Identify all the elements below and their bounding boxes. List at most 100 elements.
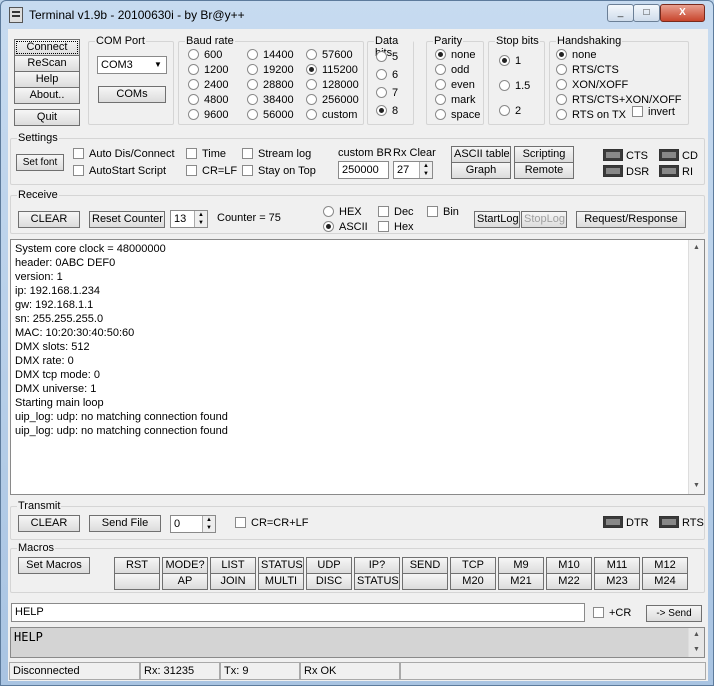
dec-checkbox[interactable]: Dec [378,205,414,219]
baud-radio-4800[interactable]: 4800 [188,93,228,107]
baud-radio-28800[interactable]: 28800 [247,78,294,92]
scroll-down-icon[interactable]: ▼ [689,478,704,494]
autostart-script-checkbox[interactable]: AutoStart Script [73,164,166,178]
send-button[interactable]: -> Send [646,605,702,622]
macro-button-row1-2[interactable]: MODE? [162,557,208,574]
baud-radio-256000[interactable]: 256000 [306,93,359,107]
parity-radio-odd[interactable]: odd [435,63,469,77]
parity-radio-space[interactable]: space [435,108,480,122]
handshaking-radio-xon-xoff[interactable]: XON/XOFF [556,78,628,92]
transmit-history[interactable]: HELP ▲ ▼ [10,627,705,658]
stream-log-checkbox[interactable]: Stream log [242,147,311,161]
receive-terminal[interactable]: System core clock = 48000000 header: 0ABC… [10,239,705,495]
ascii-radio[interactable]: ASCII [323,220,368,234]
coms-button[interactable]: COMs [98,86,166,103]
baud-radio-128000[interactable]: 128000 [306,78,359,92]
startlog-button[interactable]: StartLog [474,211,520,228]
reset-counter-button[interactable]: Reset Counter [89,211,165,228]
macro-button-row2-3[interactable]: JOIN [210,573,256,590]
maximize-button[interactable]: □ [633,4,660,22]
spinner-arrows-icon[interactable]: ▲ ▼ [194,211,207,227]
macro-button-row1-4[interactable]: STATUS [258,557,304,574]
transmit-spinner[interactable]: 0 ▲ ▼ [170,515,216,533]
close-button[interactable]: X [660,4,705,22]
macro-button-row1-5[interactable]: UDP [306,557,352,574]
parity-radio-even[interactable]: even [435,78,475,92]
macro-button-row2-8[interactable]: M20 [450,573,496,590]
baud-radio-9600[interactable]: 9600 [188,108,228,122]
baud-radio-115200[interactable]: 115200 [306,63,358,77]
baud-radio-14400[interactable]: 14400 [247,48,294,62]
stay-on-top-checkbox[interactable]: Stay on Top [242,164,316,178]
auto-dis-connect-checkbox[interactable]: Auto Dis/Connect [73,147,175,161]
transmit-scrollbar[interactable]: ▲ ▼ [688,628,704,657]
stop-bits-radio-1[interactable]: 1 [499,54,521,68]
macro-button-row1-11[interactable]: M11 [594,557,640,574]
baud-radio-custom[interactable]: custom [306,108,357,122]
hex-checkbox[interactable]: Hex [378,220,414,234]
com-port-select[interactable]: COM3 ▼ [97,56,167,74]
macro-button-row1-6[interactable]: IP? [354,557,400,574]
handshaking-radio-rts-cts[interactable]: RTS/CTS [556,63,619,77]
about-button[interactable]: About.. [14,87,80,104]
bin-checkbox[interactable]: Bin [427,205,459,219]
receive-scrollbar[interactable]: ▲ ▼ [688,240,704,494]
hex-radio[interactable]: HEX [323,205,362,219]
send-input[interactable]: HELP [11,603,585,622]
macro-button-row2-7[interactable] [402,573,448,590]
quit-button[interactable]: Quit [14,109,80,126]
macro-button-row2-5[interactable]: DISC [306,573,352,590]
handshaking-radio-none[interactable]: none [556,48,596,62]
scroll-down-icon[interactable]: ▼ [689,643,704,657]
minimize-button[interactable]: _ [607,4,634,22]
graph-button[interactable]: Graph [451,162,511,179]
connect-button[interactable]: Connect [14,39,80,56]
data-bits-radio-5[interactable]: 5 [376,50,398,64]
receive-clear-button[interactable]: CLEAR [18,211,80,228]
macro-button-row2-11[interactable]: M23 [594,573,640,590]
help-button[interactable]: Help [14,71,80,88]
macro-button-row2-2[interactable]: AP [162,573,208,590]
send-file-button[interactable]: Send File [89,515,161,532]
data-bits-radio-7[interactable]: 7 [376,86,398,100]
data-bits-radio-8[interactable]: 8 [376,104,398,118]
baud-radio-600[interactable]: 600 [188,48,222,62]
custom-br-input[interactable]: 250000 [338,161,389,179]
baud-radio-38400[interactable]: 38400 [247,93,294,107]
invert-checkbox[interactable]: invert [632,105,675,119]
macro-button-row2-4[interactable]: MULTI [258,573,304,590]
macro-button-row1-9[interactable]: M9 [498,557,544,574]
ascii-table-button[interactable]: ASCII table [451,146,511,163]
macro-button-row1-12[interactable]: M12 [642,557,688,574]
set-font-button[interactable]: Set font [16,154,64,171]
transmit-clear-button[interactable]: CLEAR [18,515,80,532]
rescan-button[interactable]: ReScan [14,55,80,72]
spinner-arrows-icon[interactable]: ▲ ▼ [419,162,432,178]
remote-button[interactable]: Remote [514,162,574,179]
cr-crlf-checkbox[interactable]: CR=CR+LF [235,516,308,530]
handshaking-radio-rts-on-tx[interactable]: RTS on TX [556,108,626,122]
macro-button-row2-12[interactable]: M24 [642,573,688,590]
baud-radio-1200[interactable]: 1200 [188,63,228,77]
scroll-up-icon[interactable]: ▲ [689,628,704,642]
baud-radio-57600[interactable]: 57600 [306,48,353,62]
stop-bits-radio-2[interactable]: 2 [499,104,521,118]
dtr-toggle[interactable]: DTR [603,516,649,530]
macro-button-row1-10[interactable]: M10 [546,557,592,574]
scripting-button[interactable]: Scripting [514,146,574,163]
plus-cr-checkbox[interactable]: +CR [593,606,631,620]
macro-button-row1-1[interactable]: RST [114,557,160,574]
baud-radio-19200[interactable]: 19200 [247,63,294,77]
macro-button-row1-7[interactable]: SEND [402,557,448,574]
counter-spinner[interactable]: 13 ▲ ▼ [170,210,208,228]
baud-radio-2400[interactable]: 2400 [188,78,228,92]
macro-button-row1-8[interactable]: TCP [450,557,496,574]
stoplog-button[interactable]: StopLog [521,211,567,228]
macro-button-row2-1[interactable] [114,573,160,590]
macro-button-row2-9[interactable]: M21 [498,573,544,590]
set-macros-button[interactable]: Set Macros [18,557,90,574]
parity-radio-none[interactable]: none [435,48,475,62]
cr-lf-checkbox[interactable]: CR=LF [186,164,237,178]
rts-toggle[interactable]: RTS [659,516,704,530]
baud-radio-56000[interactable]: 56000 [247,108,294,122]
